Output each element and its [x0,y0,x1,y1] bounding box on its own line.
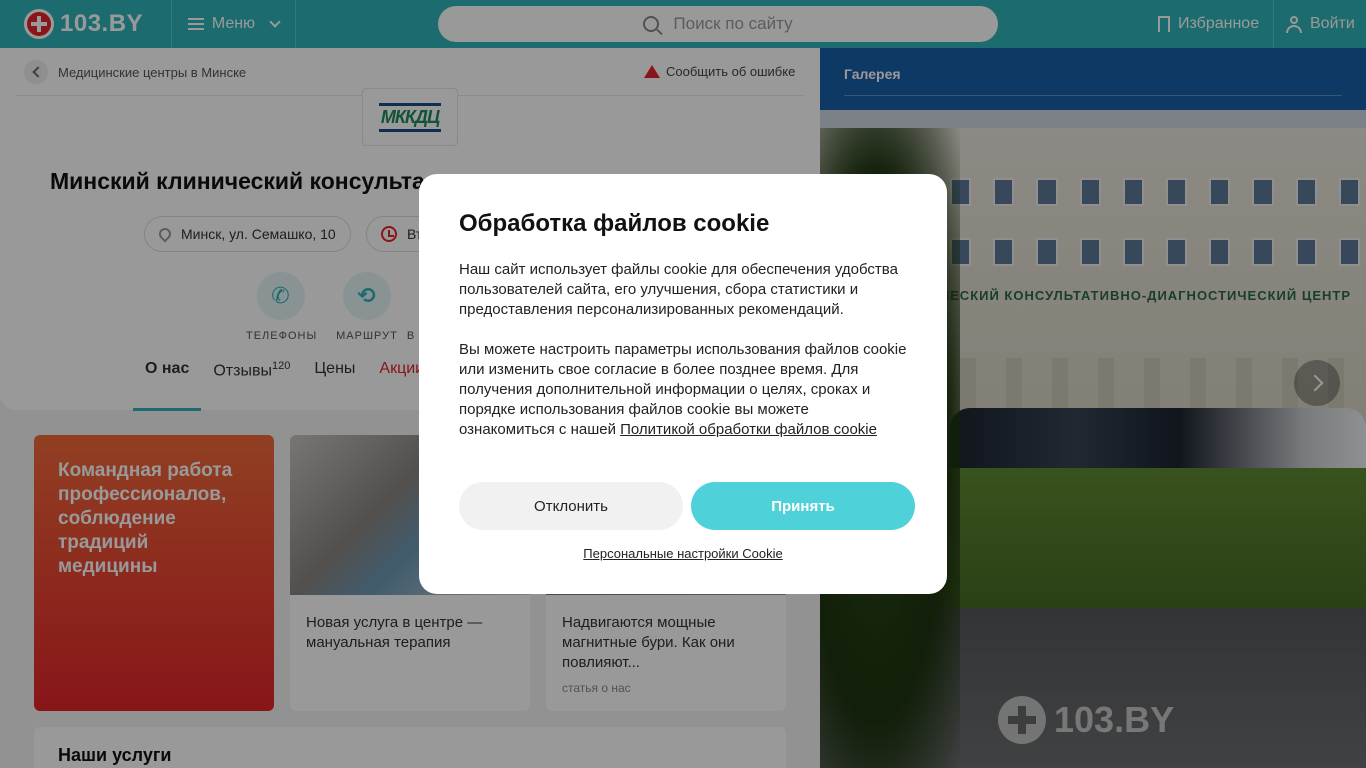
cookie-modal-title: Обработка файлов cookie [459,210,770,237]
cookie-policy-link[interactable]: Политикой обработки файлов cookie [620,421,877,438]
cookie-paragraph-1: Наш сайт использует файлы cookie для обе… [459,261,898,318]
cookie-modal: Обработка файлов cookie Наш сайт использ… [419,174,947,594]
cookie-buttons: Отклонить Принять [459,482,915,530]
cookie-settings-link[interactable]: Персональные настройки Cookie [419,546,947,561]
accept-button[interactable]: Принять [691,482,915,530]
decline-button[interactable]: Отклонить [459,482,683,530]
cookie-paragraph-2: Вы можете настроить параметры использова… [459,340,907,440]
